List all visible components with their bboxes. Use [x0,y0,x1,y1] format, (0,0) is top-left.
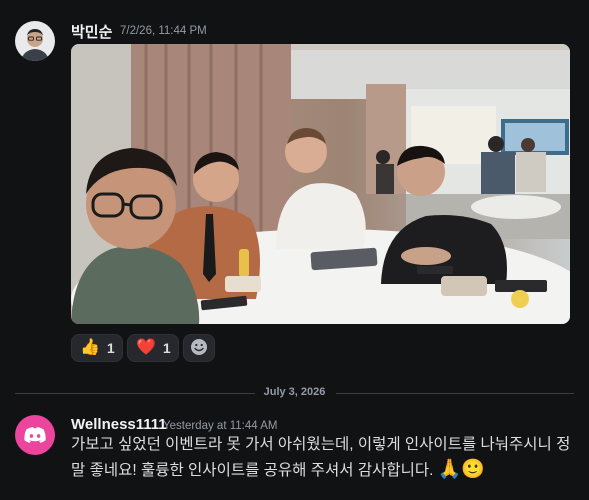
reaction-count: 1 [162,340,171,356]
date-divider-label: July 3, 2026 [263,386,326,398]
discord-logo-icon [24,427,46,443]
smile-add-reaction-icon [190,338,208,359]
add-reaction-button[interactable] [183,334,215,362]
message-timestamp[interactable]: Yesterday at 11:44 AM [163,420,277,432]
user-avatar[interactable] [15,415,55,455]
author-name[interactable]: 박민순 [71,21,112,42]
message-text: 가보고 싶었던 이벤트라 못 가서 아쉬웠는데, 이렇게 인사이트를 나눠주시니… [71,436,571,479]
reaction-heart[interactable]: ❤️ 1 [127,334,179,362]
message-emojis: 🙏🙂 [437,459,486,480]
message-timestamp[interactable]: 7/2/26, 11:44 PM [120,25,207,37]
reaction-count: 1 [106,340,115,356]
thumbs-up-icon: 👍 [80,339,100,356]
author-name[interactable]: Wellness1111 [71,416,167,433]
user-avatar[interactable] [15,21,55,61]
attached-photo[interactable] [71,44,570,324]
reaction-thumbs-up[interactable]: 👍 1 [71,334,123,362]
message-content: 가보고 싶었던 이벤트라 못 가서 아쉬웠는데, 이렇게 인사이트를 나눠주시니… [71,432,571,483]
heart-icon: ❤️ [136,339,156,356]
